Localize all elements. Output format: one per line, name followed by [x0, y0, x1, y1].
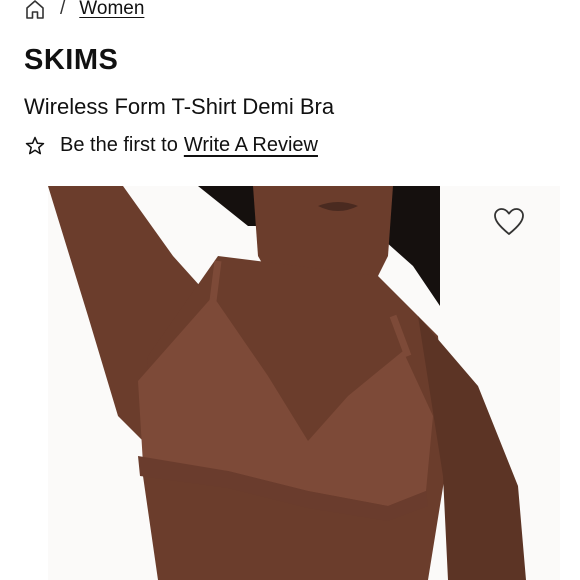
breadcrumb-separator: / [60, 0, 66, 19]
product-title: Wireless Form T-Shirt Demi Bra [24, 94, 335, 119]
home-icon[interactable] [24, 0, 46, 20]
model-photo [48, 186, 560, 580]
breadcrumb: / Women [24, 0, 144, 22]
product-image[interactable] [48, 186, 560, 580]
breadcrumb-link-women[interactable]: Women [79, 0, 144, 20]
review-prompt-text: Be the first to [60, 134, 178, 156]
review-row: Be the first to Write A Review [24, 134, 318, 157]
write-review-link[interactable]: Write A Review [184, 134, 318, 157]
wishlist-heart-icon[interactable] [492, 206, 526, 238]
star-outline-icon [24, 135, 46, 157]
brand-name: SKIMS [24, 44, 119, 76]
